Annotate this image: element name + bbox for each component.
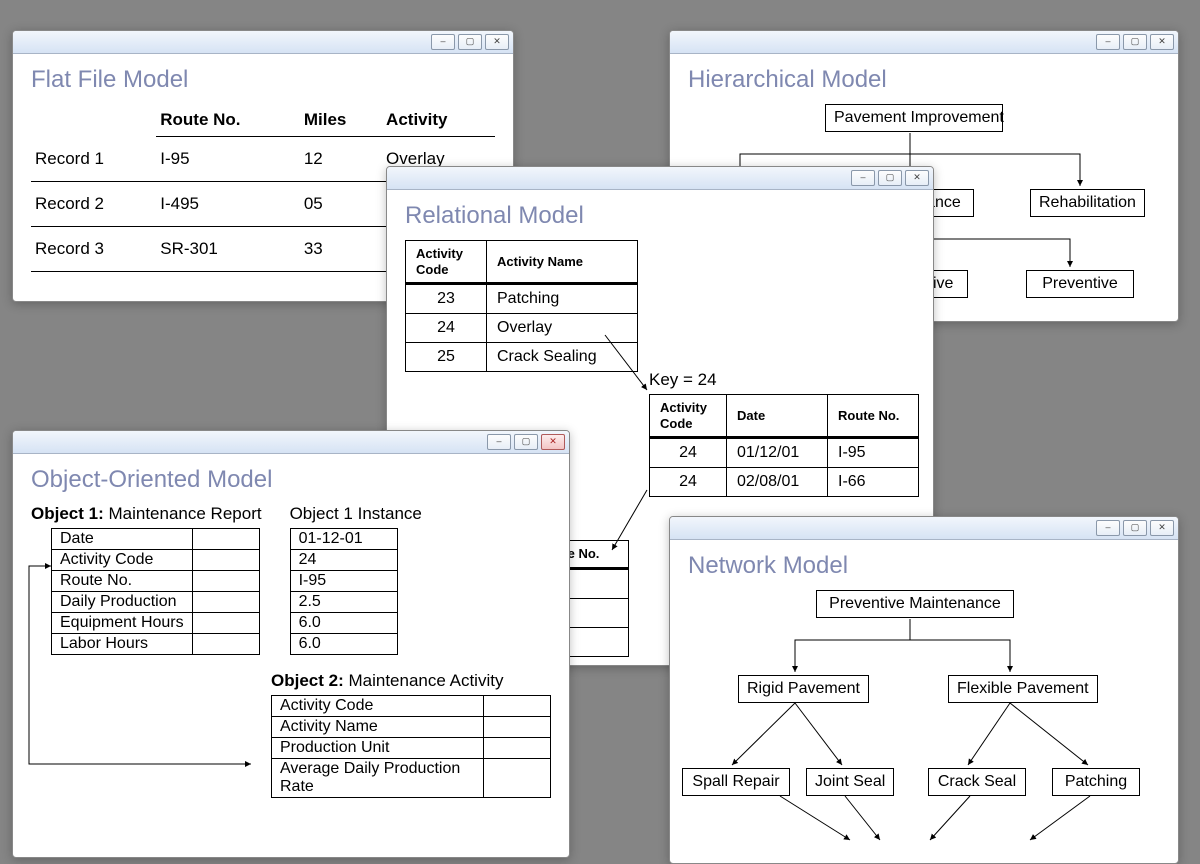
flat-file-title: Flat File Model — [31, 66, 495, 94]
obj1-instance-label: Object 1 Instance — [290, 504, 422, 524]
col-header: Miles — [300, 104, 382, 137]
node: Flexible Pavement — [948, 675, 1098, 703]
node: Rehabilitation — [1030, 189, 1145, 217]
maximize-button[interactable]: ▢ — [514, 434, 538, 450]
node: Preventive — [1026, 270, 1134, 298]
node: Crack Seal — [928, 768, 1026, 796]
titlebar: – ▢ ✕ — [670, 517, 1178, 540]
col-header — [31, 104, 156, 137]
network-window: – ▢ ✕ Network Model Preventive Maintenan… — [669, 516, 1179, 864]
node: Spall Repair — [682, 768, 790, 796]
records-table: Activity Code Date Route No. 2401/12/01I… — [649, 394, 919, 497]
obj2-fields: Activity Code Activity Name Production U… — [271, 695, 551, 798]
obj2-label: Object 2: Maintenance Activity — [271, 671, 551, 691]
close-button[interactable]: ✕ — [485, 34, 509, 50]
node-root: Preventive Maintenance — [816, 590, 1014, 618]
key-label: Key = 24 — [649, 370, 919, 390]
oo-window: – ▢ ✕ Object-Oriented Model Object 1: Ma… — [12, 430, 570, 858]
col-header: Date — [727, 395, 828, 438]
relational-title: Relational Model — [405, 202, 915, 230]
titlebar: – ▢ ✕ — [13, 431, 569, 454]
titlebar: – ▢ ✕ — [13, 31, 513, 54]
close-button[interactable]: ✕ — [1150, 34, 1174, 50]
node: Joint Seal — [806, 768, 894, 796]
col-header: Activity Name — [487, 241, 638, 284]
close-button[interactable]: ✕ — [1150, 520, 1174, 536]
oo-title: Object-Oriented Model — [31, 466, 551, 494]
maximize-button[interactable]: ▢ — [1123, 520, 1147, 536]
col-header: Activity Code — [406, 241, 487, 284]
minimize-button[interactable]: – — [431, 34, 455, 50]
titlebar: – ▢ ✕ — [670, 31, 1178, 54]
obj1-fields: Date Activity Code Route No. Daily Produ… — [51, 528, 260, 655]
node-root: Pavement Improvement — [825, 104, 1003, 132]
minimize-button[interactable]: – — [851, 170, 875, 186]
titlebar: – ▢ ✕ — [387, 167, 933, 190]
col-header: Route No. — [828, 395, 919, 438]
close-button[interactable]: ✕ — [541, 434, 565, 450]
col-header: Activity — [382, 104, 495, 137]
col-header: Activity Code — [650, 395, 727, 438]
minimize-button[interactable]: – — [487, 434, 511, 450]
close-button[interactable]: ✕ — [905, 170, 929, 186]
hierarchical-title: Hierarchical Model — [688, 66, 1160, 94]
obj1-label: Object 1: Maintenance Report — [31, 504, 262, 524]
minimize-button[interactable]: – — [1096, 34, 1120, 50]
obj1-instance: 01-12-01 24 I-95 2.5 6.0 6.0 — [290, 528, 398, 655]
maximize-button[interactable]: ▢ — [1123, 34, 1147, 50]
maximize-button[interactable]: ▢ — [458, 34, 482, 50]
activity-table: Activity Code Activity Name 23Patching 2… — [405, 240, 638, 372]
network-title: Network Model — [688, 552, 1160, 580]
node: Patching — [1052, 768, 1140, 796]
maximize-button[interactable]: ▢ — [878, 170, 902, 186]
node: Rigid Pavement — [738, 675, 869, 703]
minimize-button[interactable]: – — [1096, 520, 1120, 536]
col-header: Route No. — [156, 104, 300, 137]
